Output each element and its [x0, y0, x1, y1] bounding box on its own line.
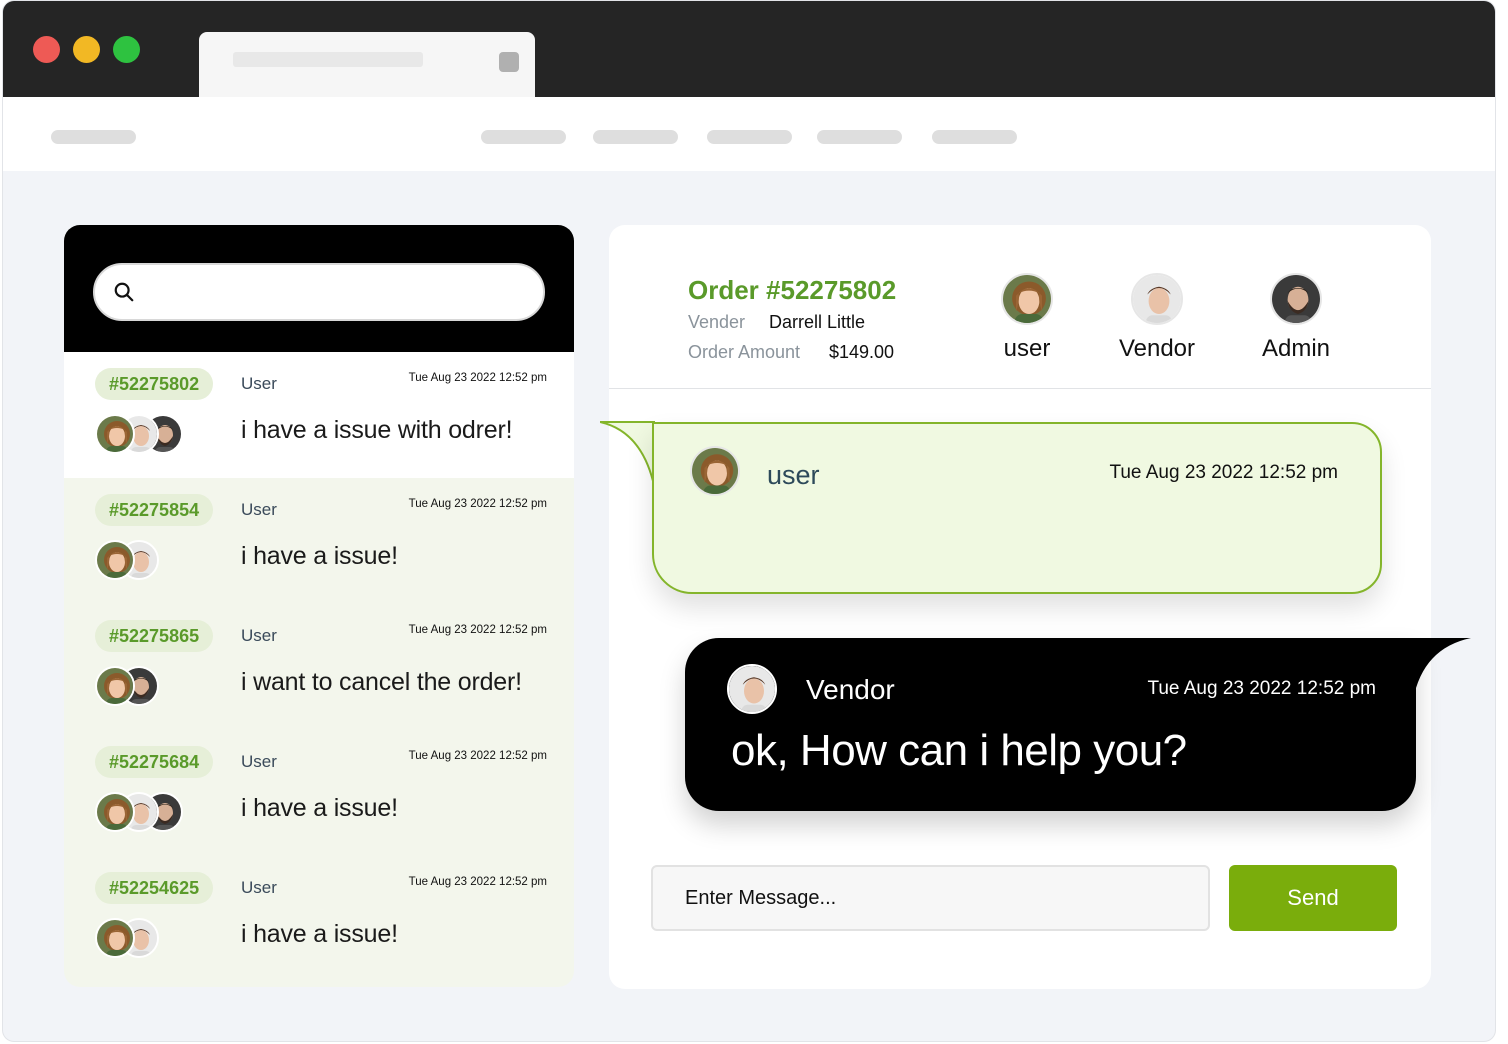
- close-window-button[interactable]: [33, 36, 60, 63]
- order-id-badge: #52275854: [95, 494, 214, 526]
- nav-item-1[interactable]: [481, 130, 566, 144]
- order-title: Order #52275802: [688, 275, 897, 305]
- avatar: [1270, 273, 1322, 325]
- conversation-item[interactable]: #52254625 User Tue Aug 23 2022 12:52 pm i h…: [64, 856, 574, 982]
- conversation-time: Tue Aug 23 2022 12:52 pm: [408, 750, 547, 762]
- tab-title-placeholder: [233, 52, 423, 67]
- conversation-item[interactable]: #52275854 User Tue Aug 23 2022 12:52 pm i h…: [64, 478, 574, 604]
- conversation-item[interactable]: #52275802 User Tue Aug 23 2022 12:52 pm i h…: [64, 352, 574, 478]
- conversation-time: Tue Aug 23 2022 12:52 pm: [408, 498, 547, 510]
- order-id-badge: #52254625: [95, 872, 214, 904]
- conversation-item[interactable]: #52275865 User Tue Aug 23 2022 12:52 pm i w…: [64, 604, 574, 730]
- message-bubble-user: user Tue Aug 23 2022 12:52 pm: [652, 422, 1382, 594]
- vendor-bubble-tail: [1409, 638, 1471, 700]
- message-text: ok, How can i help you?: [731, 726, 1187, 775]
- order-id-badge: #52275802: [95, 368, 214, 400]
- conversation-preview: i have a issue!: [241, 920, 398, 948]
- avatar: [95, 666, 135, 706]
- title-bar: [3, 1, 1495, 98]
- conversation-preview: i have a issue!: [241, 794, 398, 822]
- conversation-preview: i want to cancel the order!: [241, 668, 522, 696]
- user-bubble-tail: [600, 421, 658, 481]
- conversation-list: #52275802 User Tue Aug 23 2022 12:52 pm i h…: [64, 352, 574, 982]
- order-id-badge: #52275865: [95, 620, 214, 652]
- logo-placeholder[interactable]: [51, 130, 136, 144]
- avatar: [1131, 273, 1183, 325]
- participant-label: user: [1003, 335, 1051, 362]
- nav-item-3[interactable]: [707, 130, 792, 144]
- order-id-badge: #52275684: [95, 746, 214, 778]
- avatar: [95, 918, 135, 958]
- participant-admin[interactable]: Admin: [1236, 273, 1356, 363]
- sender-role: User: [241, 626, 277, 645]
- conversation-time: Tue Aug 23 2022 12:52 pm: [408, 624, 547, 636]
- conversation-list-panel: #52275802 User Tue Aug 23 2022 12:52 pm i h…: [64, 225, 574, 987]
- amount-label: Order Amount: [688, 342, 801, 362]
- browser-window: #52275802 User Tue Aug 23 2022 12:52 pm i h…: [2, 0, 1496, 1042]
- browser-tab[interactable]: [199, 32, 535, 98]
- header-divider: [609, 388, 1431, 389]
- search-input[interactable]: [93, 263, 545, 321]
- message-sender: Vendor: [806, 674, 895, 705]
- nav-item-5[interactable]: [932, 130, 1017, 144]
- vendor-name: Darrell Little: [769, 312, 866, 332]
- conversation-time: Tue Aug 23 2022 12:52 pm: [408, 876, 547, 888]
- vendor-label: Vender: [688, 312, 746, 332]
- participant-label: Admin: [1261, 335, 1331, 362]
- send-button[interactable]: Send: [1229, 865, 1397, 931]
- sender-role: User: [241, 752, 277, 771]
- conversation-preview: i have a issue with odrer!: [241, 416, 513, 444]
- participant-vendor[interactable]: Vendor: [1097, 273, 1217, 363]
- conversation-time: Tue Aug 23 2022 12:52 pm: [408, 372, 547, 384]
- sender-role: User: [241, 500, 277, 519]
- avatar: [1001, 273, 1053, 325]
- search-icon: [114, 282, 134, 302]
- nav-item-4[interactable]: [817, 130, 902, 144]
- message-input[interactable]: [651, 865, 1210, 931]
- conversation-preview: i have a issue!: [241, 542, 398, 570]
- message-bubble-vendor: Vendor Tue Aug 23 2022 12:52 pm ok, How …: [685, 638, 1416, 811]
- avatar: [727, 664, 777, 714]
- nav-item-2[interactable]: [593, 130, 678, 144]
- message-sender: user: [767, 460, 820, 490]
- minimize-window-button[interactable]: [73, 36, 100, 63]
- sender-role: User: [241, 374, 277, 393]
- maximize-window-button[interactable]: [113, 36, 140, 63]
- message-time: Tue Aug 23 2022 12:52 pm: [1147, 678, 1376, 699]
- message-time: Tue Aug 23 2022 12:52 pm: [1109, 462, 1338, 483]
- search-header: [64, 225, 574, 352]
- avatar: [95, 792, 135, 832]
- conversation-item[interactable]: #52275684 User Tue Aug 23 2022 12:52 pm i h…: [64, 730, 574, 856]
- top-navbar: [3, 97, 1495, 171]
- sender-role: User: [241, 878, 277, 897]
- order-amount: $149.00: [829, 342, 895, 362]
- amount-row: Order Amount $149.00: [688, 342, 894, 363]
- participant-user[interactable]: user: [967, 273, 1087, 363]
- participant-label: Vendor: [1118, 335, 1196, 362]
- tab-close-icon[interactable]: [499, 52, 519, 72]
- vendor-row: Vender Darrell Little: [688, 312, 865, 333]
- avatar: [95, 540, 135, 580]
- avatar: [95, 414, 135, 454]
- chat-panel: Order #52275802 Vender Darrell Little Ord…: [600, 225, 1471, 989]
- avatar: [690, 446, 740, 496]
